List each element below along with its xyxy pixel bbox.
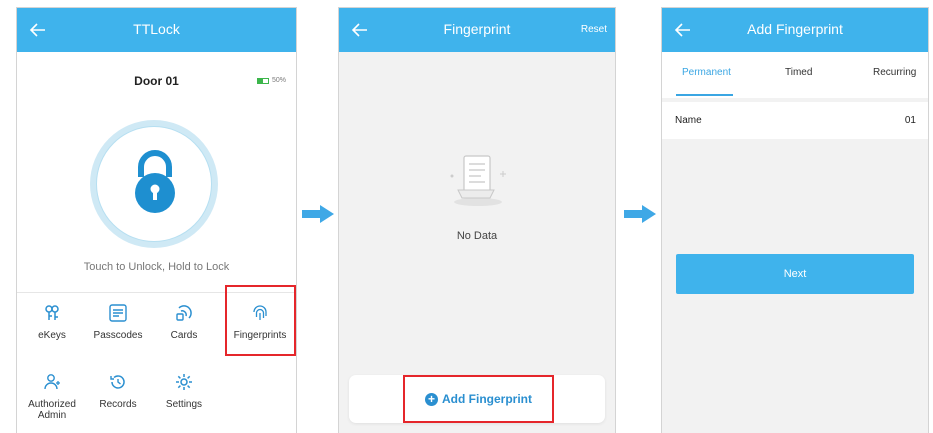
reset-button[interactable]: Reset	[581, 24, 607, 35]
tab-recurring[interactable]: Recurring	[873, 67, 916, 78]
menu-item-authorized-admin[interactable]: Authorized Admin	[19, 373, 85, 421]
admin-icon	[44, 374, 60, 390]
battery-icon	[256, 77, 269, 84]
battery-level: 50%	[271, 77, 286, 84]
battery-indicator: 50%	[256, 77, 286, 84]
ekey-icon	[45, 305, 59, 320]
menu-label: Authorized Admin	[28, 399, 76, 421]
app-header: TTLock	[17, 8, 296, 52]
name-label: Name	[675, 115, 702, 126]
empty-document-icon	[450, 155, 506, 206]
lock-button-inner[interactable]	[96, 126, 212, 242]
add-fingerprint-button[interactable]: + Add Fingerprint	[403, 375, 554, 423]
menu-item-ekeys[interactable]: eKeys	[19, 304, 85, 341]
flow-arrow-icon	[302, 205, 334, 223]
name-value[interactable]: 01	[905, 115, 916, 126]
menu-item-cards[interactable]: Cards	[151, 304, 217, 341]
next-button[interactable]: Next	[676, 254, 914, 294]
menu-item-passcodes[interactable]: Passcodes	[85, 304, 151, 341]
add-fingerprint-label: Add Fingerprint	[442, 392, 532, 406]
page-title: Add Fingerprint	[747, 21, 843, 37]
door-name: Door 01	[134, 74, 179, 88]
passcode-icon	[109, 304, 127, 322]
menu-label: Cards	[170, 330, 198, 341]
active-tab-indicator	[676, 94, 733, 96]
menu-label: Settings	[165, 399, 203, 410]
page-title: TTLock	[133, 21, 180, 37]
lock-home-screen: TTLock Door 01 50% Touch to Unlock, Hold…	[16, 7, 297, 433]
tab-permanent[interactable]: Permanent	[682, 67, 731, 78]
menu-item-settings[interactable]: Settings	[151, 373, 217, 410]
empty-state-text: No Data	[456, 230, 498, 242]
flow-arrow-icon	[624, 205, 656, 223]
menu-label: Records	[99, 399, 137, 410]
add-circle-icon: +	[425, 392, 438, 406]
tab-timed[interactable]: Timed	[785, 67, 812, 78]
app-header: Fingerprint Reset	[339, 8, 615, 52]
fingerprints-highlight-box	[225, 285, 296, 356]
menu-item-records[interactable]: Records	[85, 373, 151, 410]
app-header: Add Fingerprint	[662, 8, 928, 52]
unlock-hint: Touch to Unlock, Hold to Lock	[83, 261, 230, 273]
add-fingerprint-screen: Add Fingerprint Permanent Timed Recurrin…	[661, 7, 929, 433]
menu-label: eKeys	[38, 330, 66, 341]
fingerprint-list-screen: Fingerprint Reset No Data + Add Fingerpr…	[338, 7, 616, 433]
card-icon	[176, 305, 192, 321]
lock-button[interactable]	[90, 120, 218, 248]
records-icon	[110, 375, 125, 389]
name-field[interactable]: Name 01	[662, 102, 928, 139]
validity-tabs: Permanent Timed Recurring	[662, 52, 928, 98]
menu-label: Passcodes	[93, 330, 143, 341]
settings-icon	[176, 374, 192, 390]
padlock-icon	[135, 150, 175, 213]
page-title: Fingerprint	[443, 21, 511, 37]
